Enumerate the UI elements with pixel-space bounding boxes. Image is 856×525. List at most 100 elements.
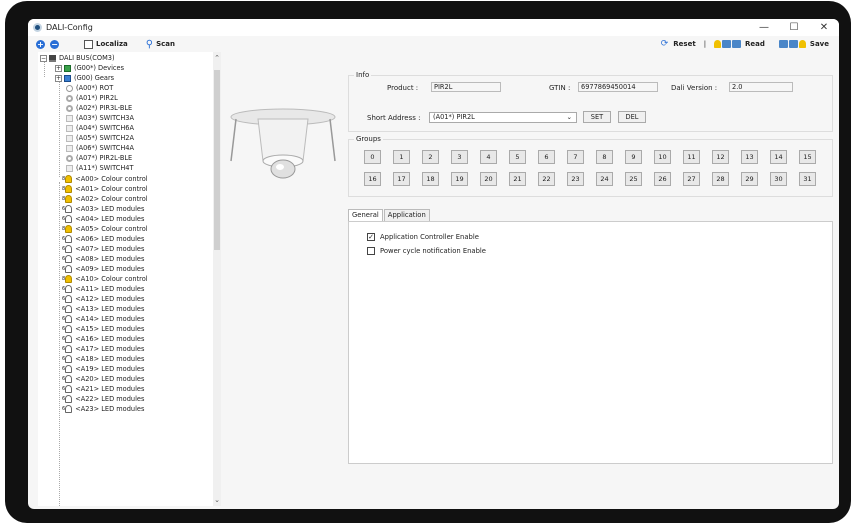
tree-gear-item[interactable]: 6 <A21> LED modules bbox=[62, 384, 144, 394]
maximize-button[interactable]: ☐ bbox=[779, 19, 809, 36]
expand-icon[interactable]: + bbox=[55, 64, 62, 72]
tree-gear-item[interactable]: 6 <A14> LED modules bbox=[62, 314, 144, 324]
app-controller-checkbox[interactable]: ✓ bbox=[367, 233, 375, 241]
group-button[interactable]: 30 bbox=[770, 172, 787, 186]
group-button[interactable]: 22 bbox=[538, 172, 555, 186]
group-button[interactable]: 18 bbox=[422, 172, 439, 186]
group-button[interactable]: 26 bbox=[654, 172, 671, 186]
group-button[interactable]: 20 bbox=[480, 172, 497, 186]
read-icon[interactable] bbox=[722, 40, 732, 48]
group-button[interactable]: 16 bbox=[364, 172, 381, 186]
tree-scrollbar[interactable]: ⌃ ⌄ bbox=[213, 52, 221, 506]
tree-device-item[interactable]: (A01*) PIR2L bbox=[66, 93, 118, 103]
group-button[interactable]: 13 bbox=[741, 150, 758, 164]
group-button[interactable]: 9 bbox=[625, 150, 642, 164]
group-button[interactable]: 21 bbox=[509, 172, 526, 186]
tree-gear-item[interactable]: 6 <A06> LED modules bbox=[62, 234, 144, 244]
group-button[interactable]: 17 bbox=[393, 172, 410, 186]
remove-icon[interactable]: − bbox=[50, 39, 59, 49]
tree-gear-item[interactable]: 6 <A20> LED modules bbox=[62, 374, 144, 384]
del-button[interactable]: DEL bbox=[618, 111, 646, 123]
tab-application[interactable]: Application bbox=[383, 209, 430, 221]
product-field[interactable]: PIR2L bbox=[431, 82, 501, 92]
tree-device-item[interactable]: (A11*) SWITCH4T bbox=[66, 163, 134, 173]
group-button[interactable]: 1 bbox=[393, 150, 410, 164]
power-cycle-option[interactable]: Power cycle notification Enable bbox=[367, 247, 486, 255]
tree-device-item[interactable]: (A06*) SWITCH4A bbox=[66, 143, 134, 153]
scroll-down-icon[interactable]: ⌄ bbox=[213, 496, 221, 504]
tree-gear-item[interactable]: 8 <A02> Colour control bbox=[62, 194, 148, 204]
save-button[interactable]: Save bbox=[810, 40, 829, 48]
tree-device-item[interactable]: (A05*) SWITCH2A bbox=[66, 133, 134, 143]
tree-gear-item[interactable]: 6 <A11> LED modules bbox=[62, 284, 144, 294]
tree-device-item[interactable]: (A03*) SWITCH3A bbox=[66, 113, 134, 123]
tree-gear-item[interactable]: 6 <A19> LED modules bbox=[62, 364, 144, 374]
tree-device-item[interactable]: (A04*) SWITCH6A bbox=[66, 123, 134, 133]
group-button[interactable]: 14 bbox=[770, 150, 787, 164]
tab-general[interactable]: General bbox=[348, 209, 383, 221]
tree-gear-item[interactable]: 6 <A23> LED modules bbox=[62, 404, 144, 414]
group-button[interactable]: 7 bbox=[567, 150, 584, 164]
device-tree[interactable]: − DALI BUS(COM3) + (G00*) Devices + (G00… bbox=[38, 52, 221, 506]
group-button[interactable]: 2 bbox=[422, 150, 439, 164]
tree-gear-item[interactable]: 6 <A16> LED modules bbox=[62, 334, 144, 344]
group-button[interactable]: 19 bbox=[451, 172, 468, 186]
minimize-button[interactable]: — bbox=[749, 19, 779, 36]
save-icon[interactable] bbox=[788, 40, 798, 48]
app-controller-option[interactable]: ✓ Application Controller Enable bbox=[367, 233, 479, 241]
group-button[interactable]: 31 bbox=[799, 172, 816, 186]
group-button[interactable]: 5 bbox=[509, 150, 526, 164]
group-button[interactable]: 15 bbox=[799, 150, 816, 164]
tree-device-item[interactable]: (A00*) ROT bbox=[66, 83, 113, 93]
search-icon[interactable]: ⚲ bbox=[146, 39, 153, 50]
tree-gear-item[interactable]: 8 <A05> Colour control bbox=[62, 224, 148, 234]
short-address-select[interactable]: (A01*) PIR2L ⌄ bbox=[429, 112, 577, 123]
gtin-field[interactable]: 6977869450014 bbox=[578, 82, 658, 92]
tree-gear-item[interactable]: 6 <A04> LED modules bbox=[62, 214, 144, 224]
scroll-thumb[interactable] bbox=[214, 70, 220, 250]
tree-gear-item[interactable]: 6 <A22> LED modules bbox=[62, 394, 144, 404]
add-icon[interactable]: + bbox=[36, 39, 45, 49]
group-button[interactable]: 23 bbox=[567, 172, 584, 186]
group-button[interactable]: 3 bbox=[451, 150, 468, 164]
tree-gear-item[interactable]: 8 <A01> Colour control bbox=[62, 184, 148, 194]
tree-gear-item[interactable]: 6 <A09> LED modules bbox=[62, 264, 144, 274]
set-button[interactable]: SET bbox=[583, 111, 611, 123]
close-button[interactable]: ✕ bbox=[809, 19, 839, 36]
tree-gear-item[interactable]: 6 <A15> LED modules bbox=[62, 324, 144, 334]
group-button[interactable]: 0 bbox=[364, 150, 381, 164]
scan-button[interactable]: Scan bbox=[156, 40, 175, 48]
tree-gear-item[interactable]: 6 <A18> LED modules bbox=[62, 354, 144, 364]
reset-button[interactable]: Reset bbox=[673, 40, 695, 48]
group-button[interactable]: 11 bbox=[683, 150, 700, 164]
read-button[interactable]: Read bbox=[745, 40, 765, 48]
tree-gear-item[interactable]: 6 <A07> LED modules bbox=[62, 244, 144, 254]
group-button[interactable]: 6 bbox=[538, 150, 555, 164]
power-cycle-checkbox[interactable] bbox=[367, 247, 375, 255]
tree-device-item[interactable]: (A02*) PIR3L-BLE bbox=[66, 103, 132, 113]
expand-icon[interactable]: + bbox=[55, 74, 62, 82]
tree-gear-item[interactable]: 8 <A00> Colour control bbox=[62, 174, 148, 184]
group-button[interactable]: 29 bbox=[741, 172, 758, 186]
tree-gear-item[interactable]: 8 <A10> Colour control bbox=[62, 274, 148, 284]
tree-root[interactable]: − DALI BUS(COM3) bbox=[40, 53, 115, 63]
tree-devices[interactable]: + (G00*) Devices bbox=[55, 63, 124, 73]
scroll-up-icon[interactable]: ⌃ bbox=[213, 54, 221, 62]
tree-device-item[interactable]: (A07*) PIR2L-BLE bbox=[66, 153, 132, 163]
tree-gear-item[interactable]: 6 <A13> LED modules bbox=[62, 304, 144, 314]
group-button[interactable]: 8 bbox=[596, 150, 613, 164]
group-button[interactable]: 28 bbox=[712, 172, 729, 186]
tree-gear-item[interactable]: 6 <A03> LED modules bbox=[62, 204, 144, 214]
group-button[interactable]: 27 bbox=[683, 172, 700, 186]
dali-version-field[interactable]: 2.0 bbox=[729, 82, 793, 92]
group-button[interactable]: 12 bbox=[712, 150, 729, 164]
tree-gear-item[interactable]: 6 <A17> LED modules bbox=[62, 344, 144, 354]
group-button[interactable]: 10 bbox=[654, 150, 671, 164]
tree-gears[interactable]: + (G00) Gears bbox=[55, 73, 114, 83]
group-button[interactable]: 24 bbox=[596, 172, 613, 186]
reset-icon[interactable]: ⟳ bbox=[661, 39, 669, 49]
tree-gear-item[interactable]: 6 <A08> LED modules bbox=[62, 254, 144, 264]
group-button[interactable]: 4 bbox=[480, 150, 497, 164]
tree-gear-item[interactable]: 6 <A12> LED modules bbox=[62, 294, 144, 304]
group-button[interactable]: 25 bbox=[625, 172, 642, 186]
